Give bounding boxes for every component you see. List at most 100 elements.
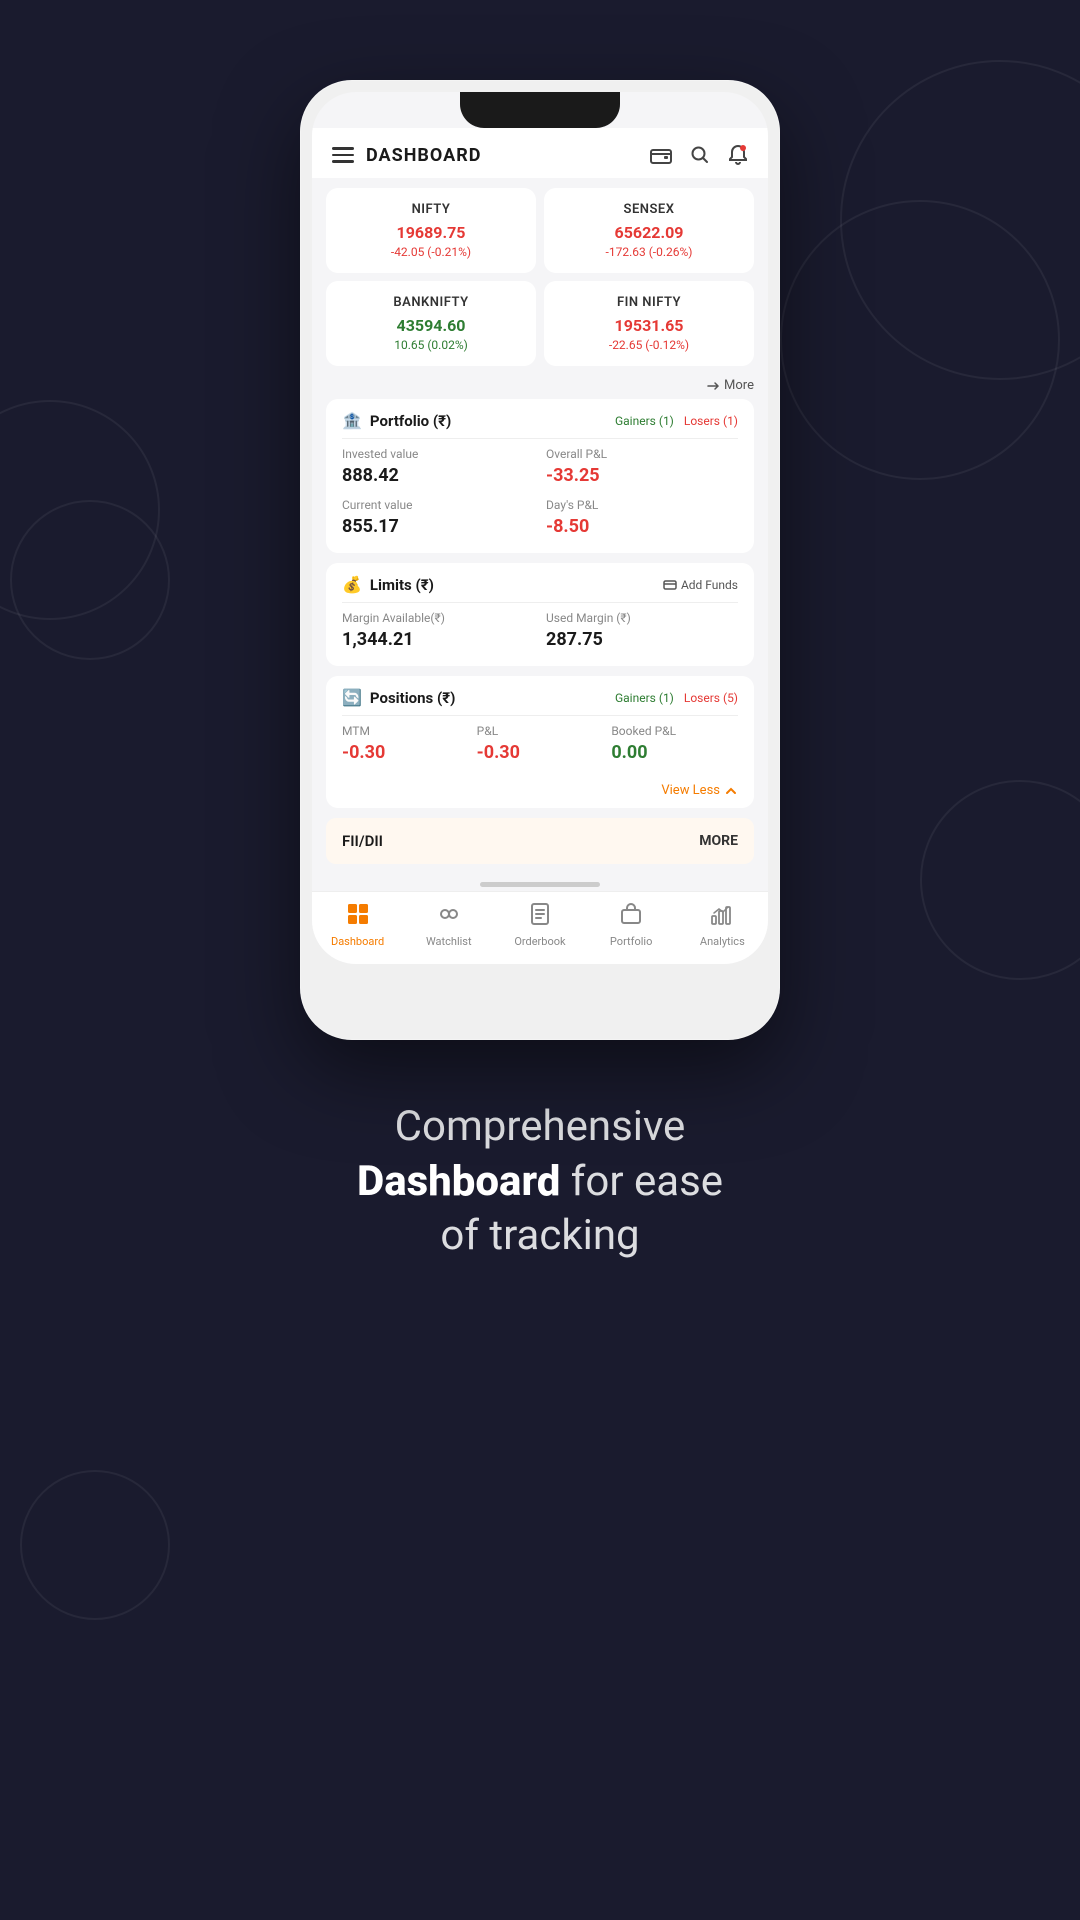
overall-pnl-label: Overall P&L	[546, 447, 738, 461]
portfolio-title: Portfolio (₹)	[370, 412, 451, 430]
add-funds-button[interactable]: Add Funds	[663, 578, 738, 592]
fii-dii-more[interactable]: MORE	[699, 833, 738, 849]
phone-mockup: DASHBOARD	[0, 0, 1080, 1040]
invested-label: Invested value	[342, 447, 534, 461]
portfolio-title-row: 🏦 Portfolio (₹)	[342, 411, 451, 430]
invested-value-item: Invested value 888.42	[342, 447, 534, 486]
phone-inner: DASHBOARD	[312, 92, 768, 964]
booked-pnl-item: Booked P&L 0.00	[611, 724, 738, 763]
current-value: 855.17	[342, 516, 399, 537]
used-margin-value: 287.75	[546, 629, 603, 650]
booked-pnl-label: Booked P&L	[611, 724, 738, 738]
market-card-nifty[interactable]: NIFTY 19689.75 -42.05 (-0.21%)	[326, 188, 536, 273]
limits-icon: 💰	[342, 575, 362, 594]
limits-title: Limits (₹)	[370, 576, 434, 594]
app-header: DASHBOARD	[312, 128, 768, 178]
positions-gainers[interactable]: Gainers (1)	[615, 691, 674, 705]
nifty-name: NIFTY	[342, 202, 520, 217]
positions-data: MTM -0.30 P&L -0.30 Booked P&L 0.00	[326, 716, 754, 779]
nav-orderbook[interactable]: Orderbook	[505, 902, 575, 948]
view-less-button[interactable]: View Less	[661, 783, 738, 798]
nifty-change: -42.05 (-0.21%)	[342, 245, 520, 259]
days-pnl-label: Day's P&L	[546, 498, 738, 512]
used-margin-label: Used Margin (₹)	[546, 611, 738, 625]
notification-icon[interactable]	[728, 144, 748, 166]
used-margin-item: Used Margin (₹) 287.75	[546, 611, 738, 650]
nifty-price: 19689.75	[342, 223, 520, 242]
analytics-nav-label: Analytics	[700, 935, 745, 948]
fii-dii-label: FII/DII	[342, 832, 383, 850]
footer-line1: Comprehensive	[60, 1100, 1020, 1155]
pnl-item: P&L -0.30	[477, 724, 604, 763]
positions-header: 🔄 Positions (₹) Gainers (1) Losers (5)	[326, 676, 754, 715]
limits-title-row: 💰 Limits (₹)	[342, 575, 434, 594]
header-left: DASHBOARD	[332, 145, 481, 166]
limits-card: 💰 Limits (₹) Add Funds	[326, 563, 754, 666]
portfolio-data: Invested value 888.42 Overall P&L -33.25…	[326, 439, 754, 553]
finnifty-change: -22.65 (-0.12%)	[560, 338, 738, 352]
positions-title-row: 🔄 Positions (₹)	[342, 688, 455, 707]
portfolio-gainers[interactable]: Gainers (1)	[615, 414, 674, 428]
pnl-value: -0.30	[477, 742, 520, 763]
more-button[interactable]: More	[706, 378, 754, 393]
market-grid: NIFTY 19689.75 -42.05 (-0.21%) SENSEX 65…	[312, 178, 768, 376]
mtm-label: MTM	[342, 724, 469, 738]
sensex-change: -172.63 (-0.26%)	[560, 245, 738, 259]
orderbook-nav-label: Orderbook	[514, 935, 565, 948]
footer-dashboard-bold: Dashboard	[357, 1157, 560, 1206]
portfolio-actions: Gainers (1) Losers (1)	[615, 414, 738, 428]
footer-text: Comprehensive Dashboard for ease of trac…	[0, 1040, 1080, 1344]
analytics-nav-icon	[710, 902, 734, 931]
dashboard-nav-label: Dashboard	[331, 935, 384, 948]
search-icon[interactable]	[690, 145, 710, 165]
scroll-bar	[480, 882, 600, 887]
limits-header: 💰 Limits (₹) Add Funds	[326, 563, 754, 602]
finnifty-name: FIN NIFTY	[560, 295, 738, 310]
positions-actions: Gainers (1) Losers (5)	[615, 691, 738, 705]
banknifty-name: BANKNIFTY	[342, 295, 520, 310]
nav-analytics[interactable]: Analytics	[687, 902, 757, 948]
sensex-price: 65622.09	[560, 223, 738, 242]
nav-watchlist[interactable]: Watchlist	[414, 902, 484, 948]
invested-value: 888.42	[342, 465, 399, 486]
overall-pnl-item: Overall P&L -33.25	[546, 447, 738, 486]
wallet-icon[interactable]	[650, 146, 672, 164]
nav-dashboard[interactable]: Dashboard	[323, 902, 393, 948]
current-label: Current value	[342, 498, 534, 512]
market-card-sensex[interactable]: SENSEX 65622.09 -172.63 (-0.26%)	[544, 188, 754, 273]
booked-pnl-value: 0.00	[611, 742, 647, 763]
mtm-item: MTM -0.30	[342, 724, 469, 763]
app-title: DASHBOARD	[366, 145, 481, 166]
scroll-indicator	[312, 874, 768, 891]
mtm-value: -0.30	[342, 742, 385, 763]
positions-title: Positions (₹)	[370, 689, 455, 707]
market-card-finnifty[interactable]: FIN NIFTY 19531.65 -22.65 (-0.12%)	[544, 281, 754, 366]
nav-portfolio[interactable]: Portfolio	[596, 902, 666, 948]
portfolio-losers[interactable]: Losers (1)	[684, 414, 738, 428]
dashboard-nav-icon	[346, 902, 370, 931]
hamburger-icon[interactable]	[332, 147, 354, 163]
more-btn-row: More	[312, 376, 768, 399]
portfolio-icon: 🏦	[342, 411, 362, 430]
view-less-row: View Less	[326, 779, 754, 808]
footer-line2: Dashboard for ease	[60, 1155, 1020, 1210]
banknifty-price: 43594.60	[342, 316, 520, 335]
sensex-name: SENSEX	[560, 202, 738, 217]
footer-line3: of tracking	[60, 1209, 1020, 1264]
footer-line2-rest: for ease	[560, 1157, 723, 1206]
portfolio-card: 🏦 Portfolio (₹) Gainers (1) Losers (1) I…	[326, 399, 754, 553]
limits-data: Margin Available(₹) 1,344.21 Used Margin…	[326, 603, 754, 666]
days-pnl-item: Day's P&L -8.50	[546, 498, 738, 537]
watchlist-nav-label: Watchlist	[426, 935, 472, 948]
header-right	[650, 144, 748, 166]
banknifty-change: 10.65 (0.02%)	[342, 338, 520, 352]
market-card-banknifty[interactable]: BANKNIFTY 43594.60 10.65 (0.02%)	[326, 281, 536, 366]
phone-notch	[460, 92, 620, 128]
orderbook-nav-icon	[528, 902, 552, 931]
positions-losers[interactable]: Losers (5)	[684, 691, 738, 705]
bg-decoration-6	[20, 1470, 170, 1620]
fii-dii-section[interactable]: FII/DII MORE	[326, 818, 754, 864]
margin-avail-label: Margin Available(₹)	[342, 611, 534, 625]
margin-avail-item: Margin Available(₹) 1,344.21	[342, 611, 534, 650]
overall-pnl-value: -33.25	[546, 465, 600, 486]
